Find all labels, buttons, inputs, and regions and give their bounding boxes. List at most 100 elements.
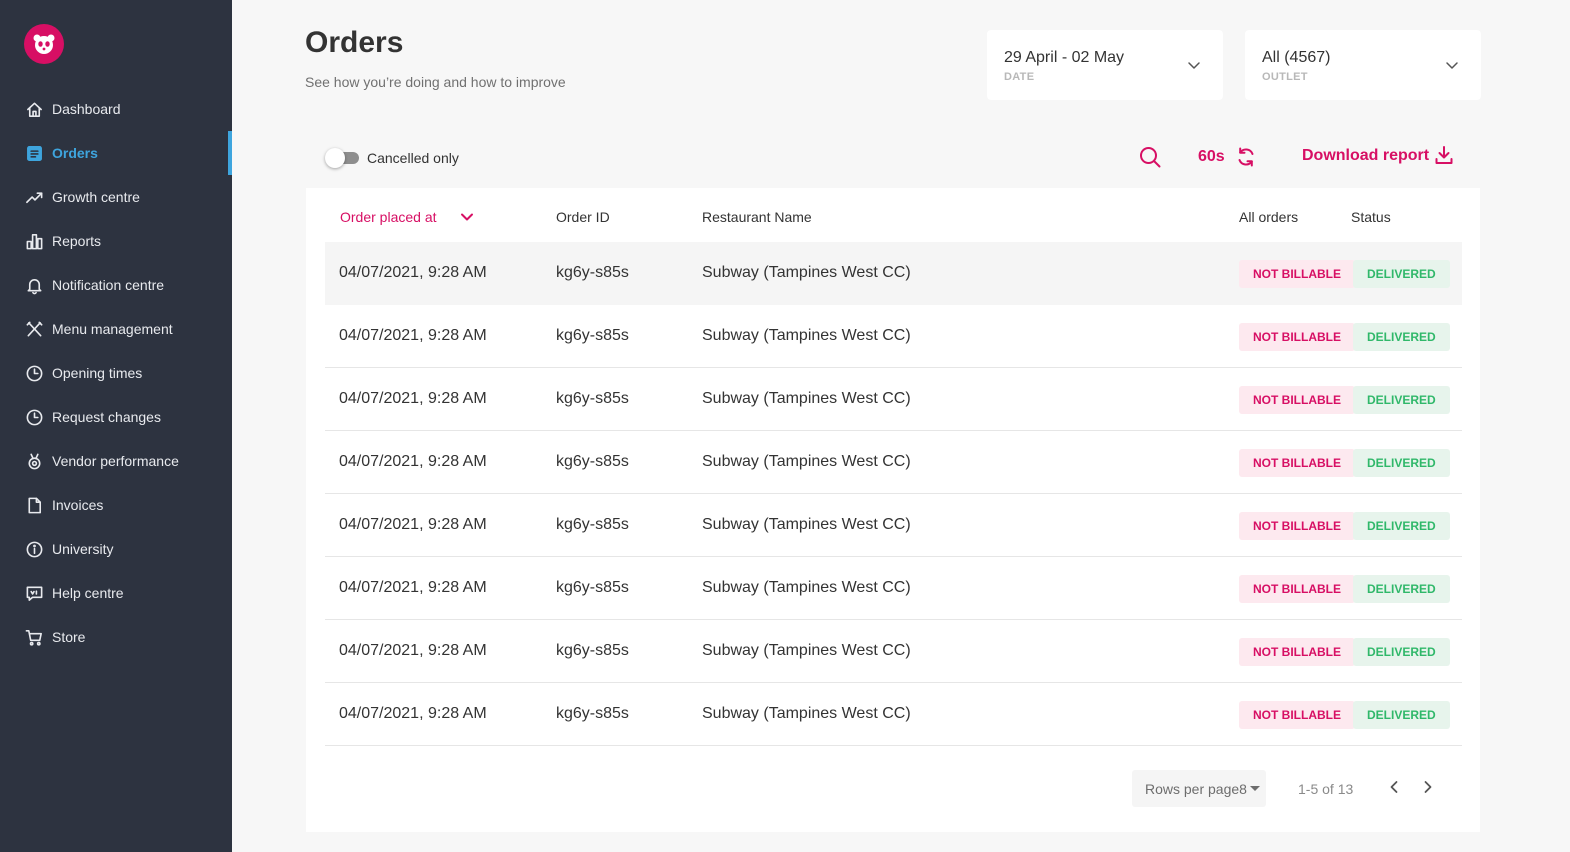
- sidebar-item-university[interactable]: University: [0, 527, 232, 571]
- order-id: kg6y-s85s: [556, 453, 629, 470]
- order-id: kg6y-s85s: [556, 516, 629, 533]
- chevron-left-icon[interactable]: [1386, 779, 1402, 795]
- restaurant-name: Subway (Tampines West CC): [702, 327, 911, 344]
- billing-badge: NOT BILLABLE: [1239, 260, 1355, 288]
- chat-icon: [24, 583, 44, 603]
- pagination-range: 1-5 of 13: [1298, 781, 1354, 797]
- sidebar-item-vendor-performance[interactable]: Vendor performance: [0, 439, 232, 483]
- cancelled-only-label: Cancelled only: [367, 150, 459, 166]
- col-header-order-placed-at[interactable]: Order placed at: [340, 209, 437, 225]
- refresh-interval[interactable]: 60s: [1198, 148, 1225, 166]
- col-header-status: Status: [1351, 209, 1391, 225]
- sidebar-item-help-centre[interactable]: Help centre: [0, 571, 232, 615]
- status-badge: DELIVERED: [1353, 449, 1450, 477]
- bell-icon: [24, 275, 44, 295]
- outlet-filter-label: OUTLET: [1262, 71, 1308, 83]
- panda-logo-icon[interactable]: [24, 24, 64, 64]
- sidebar-item-label: University: [52, 541, 114, 557]
- download-icon[interactable]: [1433, 144, 1455, 166]
- order-date: 04/07/2021, 9:28 AM: [339, 579, 487, 596]
- sidebar-item-reports[interactable]: Reports: [0, 219, 232, 263]
- sidebar-item-store[interactable]: Store: [0, 615, 232, 659]
- chevron-right-icon[interactable]: [1420, 779, 1436, 795]
- order-id: kg6y-s85s: [556, 579, 629, 596]
- restaurant-name: Subway (Tampines West CC): [702, 516, 911, 533]
- utensils-icon: [24, 319, 44, 339]
- sidebar-item-label: Menu management: [52, 321, 173, 337]
- sidebar-item-label: Request changes: [52, 409, 161, 425]
- orders-table-body: 04/07/2021, 9:28 AM kg6y-s85s Subway (Tamp…: [325, 242, 1462, 746]
- sidebar-item-dashboard[interactable]: Dashboard: [0, 87, 232, 131]
- download-report-button[interactable]: Download report: [1302, 147, 1429, 165]
- sidebar: Dashboard Orders Growth centre Reports Notif…: [0, 0, 232, 852]
- sidebar-item-label: Reports: [52, 233, 102, 249]
- date-filter-dropdown[interactable]: 29 April - 02 May DATE: [987, 30, 1223, 100]
- sidebar-nav: Dashboard Orders Growth centre Reports Notif…: [0, 87, 232, 659]
- medal-icon: [24, 451, 44, 471]
- restaurant-name: Subway (Tampines West CC): [702, 453, 911, 470]
- order-id: kg6y-s85s: [556, 390, 629, 407]
- outlet-filter-dropdown[interactable]: All (4567) OUTLET: [1245, 30, 1481, 100]
- status-badge: DELIVERED: [1353, 512, 1450, 540]
- billing-badge: NOT BILLABLE: [1239, 575, 1355, 603]
- sidebar-item-growth-centre[interactable]: Growth centre: [0, 175, 232, 219]
- sidebar-item-orders[interactable]: Orders: [0, 131, 232, 175]
- billing-badge: NOT BILLABLE: [1239, 701, 1355, 729]
- rows-per-page-label: Rows per page8: [1145, 781, 1247, 797]
- table-row[interactable]: 04/07/2021, 9:28 AM kg6y-s85s Subway (Tamp…: [325, 242, 1462, 305]
- outlet-filter-value: All (4567): [1262, 49, 1331, 66]
- sidebar-item-menu-management[interactable]: Menu management: [0, 307, 232, 351]
- billing-badge: NOT BILLABLE: [1239, 386, 1355, 414]
- orders-table-card: Order placed at Order ID Restaurant Name…: [306, 188, 1480, 832]
- status-badge: DELIVERED: [1353, 575, 1450, 603]
- table-row[interactable]: 04/07/2021, 9:28 AM kg6y-s85s Subway (Tamp…: [325, 557, 1462, 620]
- search-icon[interactable]: [1138, 145, 1162, 169]
- trend-icon: [24, 187, 44, 207]
- sidebar-item-notification-centre[interactable]: Notification centre: [0, 263, 232, 307]
- toggle-knob: [325, 148, 345, 168]
- sidebar-item-request-changes[interactable]: Request changes: [0, 395, 232, 439]
- page-subtitle: See how you’re doing and how to improve: [305, 74, 566, 90]
- chevron-down-icon: [1446, 62, 1458, 69]
- restaurant-name: Subway (Tampines West CC): [702, 642, 911, 659]
- order-date: 04/07/2021, 9:28 AM: [339, 327, 487, 344]
- sidebar-item-label: Opening times: [52, 365, 143, 381]
- clock-icon: [24, 407, 44, 427]
- sidebar-item-label: Dashboard: [52, 101, 121, 117]
- sidebar-item-label: Vendor performance: [52, 453, 179, 469]
- sidebar-item-invoices[interactable]: Invoices: [0, 483, 232, 527]
- date-filter-label: DATE: [1004, 71, 1035, 83]
- list-icon: [24, 143, 44, 163]
- status-badge: DELIVERED: [1353, 323, 1450, 351]
- clock-icon: [24, 363, 44, 383]
- rows-per-page-select[interactable]: Rows per page8: [1132, 770, 1266, 807]
- caret-down-icon: [1250, 786, 1260, 791]
- sidebar-item-label: Help centre: [52, 585, 124, 601]
- page-title: Orders: [305, 26, 404, 59]
- table-row[interactable]: 04/07/2021, 9:28 AM kg6y-s85s Subway (Tamp…: [325, 368, 1462, 431]
- refresh-icon[interactable]: [1234, 145, 1258, 169]
- order-date: 04/07/2021, 9:28 AM: [339, 705, 487, 722]
- sidebar-item-label: Invoices: [52, 497, 104, 513]
- col-header-order-id: Order ID: [556, 209, 610, 225]
- table-row[interactable]: 04/07/2021, 9:28 AM kg6y-s85s Subway (Tamp…: [325, 431, 1462, 494]
- table-row[interactable]: 04/07/2021, 9:28 AM kg6y-s85s Subway (Tamp…: [325, 305, 1462, 368]
- cancelled-only-toggle[interactable]: [325, 148, 359, 168]
- table-row[interactable]: 04/07/2021, 9:28 AM kg6y-s85s Subway (Tamp…: [325, 494, 1462, 557]
- bar-chart-icon: [24, 231, 44, 251]
- table-row[interactable]: 04/07/2021, 9:28 AM kg6y-s85s Subway (Tamp…: [325, 620, 1462, 683]
- document-icon: [24, 495, 44, 515]
- sort-chevron-down-icon[interactable]: [460, 210, 474, 224]
- order-date: 04/07/2021, 9:28 AM: [339, 390, 487, 407]
- sidebar-item-label: Notification centre: [52, 277, 165, 293]
- sidebar-item-opening-times[interactable]: Opening times: [0, 351, 232, 395]
- sidebar-item-label: Store: [52, 629, 86, 645]
- chevron-down-icon: [1188, 62, 1200, 69]
- order-date: 04/07/2021, 9:28 AM: [339, 264, 487, 281]
- restaurant-name: Subway (Tampines West CC): [702, 579, 911, 596]
- billing-badge: NOT BILLABLE: [1239, 323, 1355, 351]
- order-id: kg6y-s85s: [556, 642, 629, 659]
- table-row[interactable]: 04/07/2021, 9:28 AM kg6y-s85s Subway (Tamp…: [325, 683, 1462, 746]
- home-icon: [24, 99, 44, 119]
- billing-badge: NOT BILLABLE: [1239, 512, 1355, 540]
